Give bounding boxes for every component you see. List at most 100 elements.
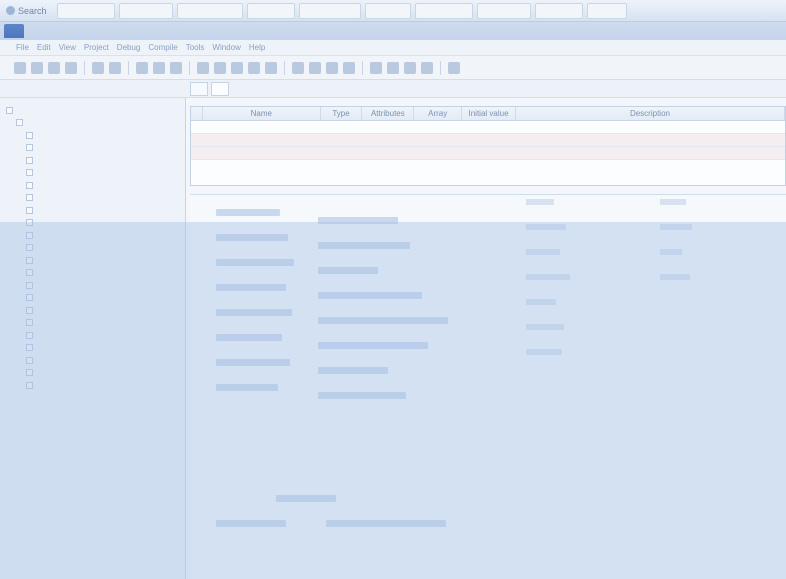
menu-view[interactable]: View [59, 43, 76, 52]
grid-row[interactable] [191, 147, 785, 160]
zoom-out-icon[interactable] [387, 61, 399, 74]
save-icon[interactable] [48, 61, 60, 74]
tree-item[interactable] [6, 179, 185, 192]
tree-item[interactable] [6, 242, 185, 255]
grid-icon[interactable] [404, 61, 416, 74]
tree-item[interactable] [6, 142, 185, 155]
tree-item[interactable] [6, 129, 185, 142]
tree-item[interactable] [6, 279, 185, 292]
taskbar-item[interactable] [476, 2, 531, 19]
tree-item[interactable] [6, 254, 185, 267]
tree-item[interactable] [6, 167, 185, 180]
code-editor-area[interactable] [190, 194, 786, 579]
tree-item[interactable] [6, 192, 185, 205]
taskbar-item[interactable] [586, 2, 627, 19]
grid-cell[interactable] [414, 121, 462, 133]
window-title[interactable] [4, 24, 24, 38]
grid-header-cell[interactable]: Type [321, 107, 363, 120]
grid-cell[interactable] [321, 121, 363, 133]
grid-header-cell[interactable]: Description [516, 107, 786, 120]
grid-cell[interactable] [321, 134, 363, 146]
copy-icon[interactable] [153, 61, 165, 74]
window-icon[interactable] [421, 61, 433, 74]
grid-cell[interactable] [362, 147, 414, 159]
tree-item[interactable] [6, 292, 185, 305]
tree-item[interactable] [6, 342, 185, 355]
grid-header-cell[interactable] [191, 107, 203, 120]
menu-file[interactable]: File [16, 43, 29, 52]
grid-cell[interactable] [516, 147, 785, 159]
step-icon[interactable] [326, 61, 338, 74]
help-icon[interactable] [448, 61, 460, 74]
taskbar-item[interactable] [298, 2, 361, 19]
monitor-icon[interactable] [231, 61, 243, 74]
tree-item[interactable] [6, 117, 185, 130]
undo-icon[interactable] [92, 61, 104, 74]
open-icon[interactable] [31, 61, 43, 74]
grid-cell[interactable] [414, 147, 462, 159]
grid-header-cell[interactable]: Name [203, 107, 321, 120]
grid-header-cell[interactable]: Attributes [362, 107, 415, 120]
grid-cell[interactable] [414, 134, 462, 146]
grid-row[interactable] [191, 134, 785, 147]
stop-icon[interactable] [309, 61, 321, 74]
tree-item[interactable] [6, 354, 185, 367]
menu-tools[interactable]: Tools [186, 43, 205, 52]
taskbar-item[interactable] [176, 2, 243, 19]
grid-header-cell[interactable]: Array [414, 107, 463, 120]
tree-item[interactable] [6, 379, 185, 392]
tree-item[interactable] [6, 317, 185, 330]
tree-item[interactable] [6, 104, 185, 117]
tree-item[interactable] [6, 204, 185, 217]
grid-cell[interactable] [362, 134, 414, 146]
grid-cell[interactable] [362, 121, 414, 133]
online-icon[interactable] [248, 61, 260, 74]
grid-cell[interactable] [462, 134, 516, 146]
tree-item[interactable] [6, 329, 185, 342]
taskbar-item[interactable] [364, 2, 411, 19]
tree-item[interactable] [6, 217, 185, 230]
menu-debug[interactable]: Debug [117, 43, 141, 52]
menu-help[interactable]: Help [249, 43, 265, 52]
tree-item[interactable] [6, 367, 185, 380]
menu-window[interactable]: Window [212, 43, 240, 52]
value-placeholder [660, 274, 690, 280]
menu-edit[interactable]: Edit [37, 43, 51, 52]
grid-cell[interactable] [462, 121, 516, 133]
grid-cell[interactable] [516, 121, 785, 133]
compile-icon[interactable] [197, 61, 209, 74]
grid-cell[interactable] [203, 121, 321, 133]
taskbar-item[interactable] [414, 2, 473, 19]
tree-item[interactable] [6, 267, 185, 280]
run-icon[interactable] [292, 61, 304, 74]
editor-tab[interactable] [190, 81, 208, 96]
grid-cell[interactable] [203, 147, 321, 159]
zoom-in-icon[interactable] [370, 61, 382, 74]
taskbar-item[interactable] [56, 2, 115, 19]
tree-item[interactable] [6, 229, 185, 242]
windows-orb-icon[interactable] [6, 6, 15, 15]
paste-icon[interactable] [170, 61, 182, 74]
taskbar-item[interactable] [246, 2, 295, 19]
menu-compile[interactable]: Compile [148, 43, 177, 52]
tree-item[interactable] [6, 154, 185, 167]
offline-icon[interactable] [265, 61, 277, 74]
redo-icon[interactable] [109, 61, 121, 74]
taskbar-item[interactable] [118, 2, 173, 19]
grid-header-cell[interactable]: Initial value [462, 107, 516, 120]
grid-cell[interactable] [462, 147, 516, 159]
new-icon[interactable] [14, 61, 26, 74]
grid-row[interactable] [191, 121, 785, 134]
cut-icon[interactable] [136, 61, 148, 74]
download-icon[interactable] [214, 61, 226, 74]
breakpoint-icon[interactable] [343, 61, 355, 74]
menu-project[interactable]: Project [84, 43, 109, 52]
grid-cell[interactable] [321, 147, 363, 159]
taskbar-item[interactable] [534, 2, 583, 19]
grid-cell[interactable] [203, 134, 321, 146]
print-icon[interactable] [65, 61, 77, 74]
editor-tab-active[interactable] [211, 81, 229, 96]
tree-item[interactable] [6, 304, 185, 317]
start-search[interactable]: Search [0, 0, 53, 21]
grid-cell[interactable] [516, 134, 785, 146]
